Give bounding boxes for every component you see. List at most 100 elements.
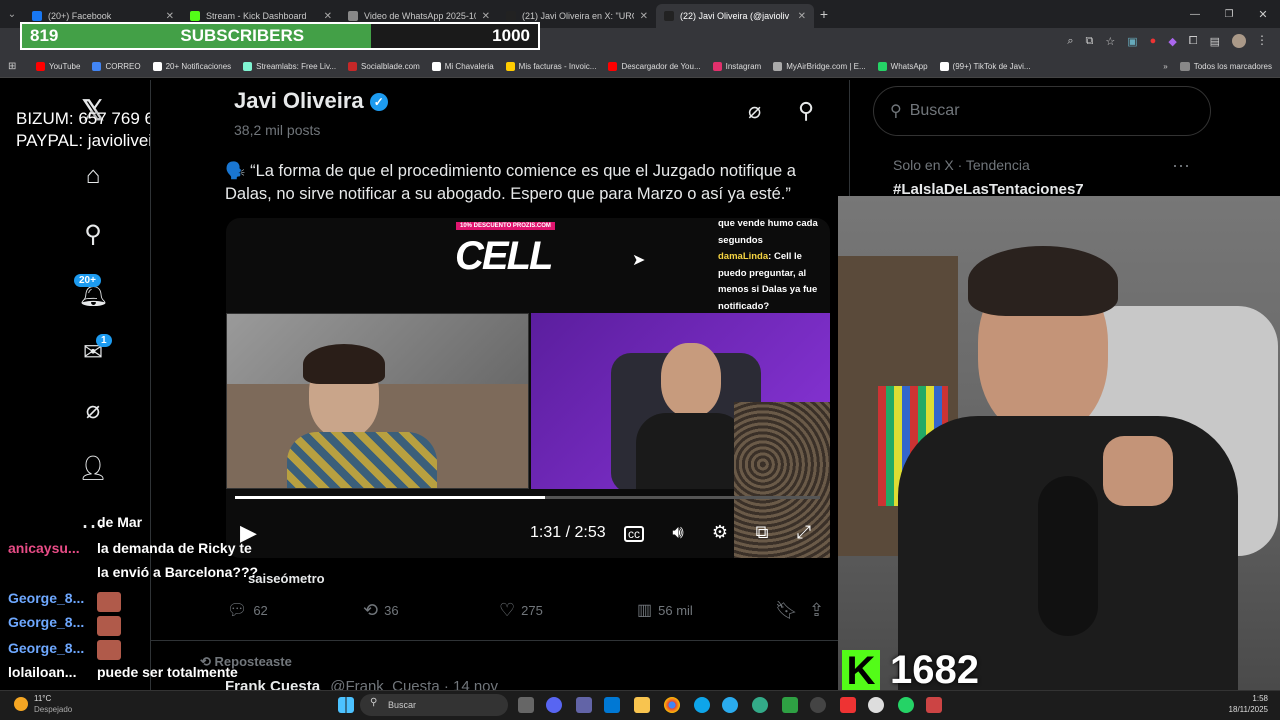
bookmark-favicon-icon	[877, 62, 887, 71]
browser-tab[interactable]: (22) Javi Oliveira (@javioliv ✕	[656, 4, 814, 28]
clock-date: 18/11/2025	[1228, 705, 1268, 714]
weather-icon	[14, 697, 28, 711]
extension-icon[interactable]: ▣	[1127, 35, 1137, 48]
bookmark-item[interactable]: YouTube	[36, 62, 80, 71]
discord-icon[interactable]	[546, 697, 562, 713]
clock-time: 1:58	[1252, 694, 1268, 703]
bookmarks-folder[interactable]: Todos los marcadores	[1179, 62, 1272, 71]
profile-icon[interactable]: 👤︎	[78, 454, 108, 484]
avatar[interactable]	[1232, 34, 1246, 48]
camtasia-icon[interactable]	[782, 697, 798, 713]
more-bookmarks-icon[interactable]: »	[1163, 62, 1167, 71]
task-view-icon[interactable]	[518, 697, 534, 713]
extension-icon[interactable]: ◆	[1168, 35, 1176, 48]
bookmark-item[interactable]: Mi Chavaleria	[431, 62, 494, 71]
trend-more-icon[interactable]: ⋯	[1172, 156, 1190, 177]
extension-icon[interactable]: ●	[1150, 35, 1157, 48]
profile-name: Javi Oliveira ✓	[234, 88, 388, 114]
bookmark-item[interactable]: WhatsApp	[877, 62, 928, 71]
cell-logo: CELL	[455, 234, 553, 278]
grok-header-icon[interactable]: ⌀	[748, 98, 761, 124]
weather-desc: Despejado	[34, 705, 73, 714]
app-icon[interactable]	[868, 697, 884, 713]
fullscreen-icon[interactable]: ⤢	[792, 522, 816, 546]
bookmark-favicon-icon	[608, 62, 618, 71]
verified-badge-icon: ✓	[369, 93, 388, 111]
bookmark-star-icon[interactable]: ☆	[1105, 35, 1115, 48]
views-chart-icon: ▥	[637, 602, 653, 619]
bookmark-item[interactable]: MyAirBridge.com | E...	[773, 62, 866, 71]
browser-menu-icon[interactable]: ⋮	[1256, 33, 1268, 47]
sidebar-icon[interactable]: ▤	[1210, 35, 1220, 48]
chat-emote-icon	[97, 616, 121, 636]
bookmark-item[interactable]: 20+ Notificaciones	[152, 62, 231, 71]
tab-favicon-icon	[190, 11, 200, 21]
obs-icon[interactable]	[810, 697, 826, 713]
whatsapp-icon[interactable]	[898, 697, 914, 713]
app-icon[interactable]	[840, 697, 856, 713]
bookmark-button[interactable]: 🔖︎	[775, 600, 798, 621]
tab-close-icon[interactable]: ✕	[324, 11, 332, 22]
snipping-tool-icon[interactable]	[926, 697, 942, 713]
bookmark-favicon-icon	[152, 62, 162, 71]
bookmark-item[interactable]: Mis facturas - Invoic...	[505, 62, 596, 71]
search-header-icon[interactable]: ⚲	[798, 98, 814, 124]
teams-icon[interactable]	[576, 697, 592, 713]
subscriber-label: SUBSCRIBERS	[180, 26, 305, 45]
bookmark-item[interactable]: Socialblade.com	[348, 62, 420, 71]
extensions-puzzle-icon[interactable]: ⧠	[1189, 35, 1198, 48]
new-tab-button[interactable]: +	[814, 6, 834, 22]
pip-icon[interactable]: ⧉	[750, 522, 774, 546]
window-close-button[interactable]: ✕	[1246, 8, 1280, 21]
notifications-badge: 20+	[74, 274, 101, 287]
chat-username: lolailoan...	[8, 664, 77, 680]
apps-grid-icon[interactable]: ⊞	[8, 61, 16, 72]
grok-icon[interactable]: ⌀	[78, 396, 108, 426]
tab-list-button[interactable]: ⌄	[0, 9, 24, 20]
bookmark-item[interactable]: (99+) TikTok de Javi...	[939, 62, 1031, 71]
edge-icon[interactable]	[694, 697, 710, 713]
video-progress-bar[interactable]	[235, 496, 820, 499]
folder-icon	[1179, 62, 1190, 71]
cast-icon[interactable]: ⧉	[1086, 35, 1094, 48]
minimize-button[interactable]: —	[1178, 9, 1212, 20]
search-input[interactable]: ⚲ Buscar	[873, 86, 1211, 136]
volume-icon[interactable]: 🔊︎	[666, 522, 690, 546]
tweet-text: 🗣️ “La forma de que el procedimiento com…	[225, 162, 796, 203]
tab-close-icon[interactable]: ✕	[166, 11, 174, 22]
bookmark-item[interactable]: Instagram	[712, 62, 761, 71]
tweet-actions: 💬︎ 62 ⟲ 36 ♡ 275 ▥ 56 mil 🔖︎ ⇪	[225, 600, 835, 630]
captions-icon[interactable]: cc	[624, 526, 644, 542]
tab-close-icon[interactable]: ✕	[482, 11, 490, 22]
zoom-icon[interactable]: ⌕	[1067, 35, 1073, 48]
search-icon[interactable]: ⚲	[78, 220, 108, 250]
taskbar-search[interactable]: Buscar	[360, 694, 508, 716]
chrome-icon[interactable]	[664, 697, 680, 713]
kick-follower-counter: K 1682	[842, 648, 979, 693]
video-chat-line: damaLinda: Cell le puedo preguntar, al m…	[718, 251, 818, 312]
tab-favicon-icon	[348, 11, 358, 21]
like-button[interactable]: ♡ 275	[499, 600, 543, 621]
post-count: 38,2 mil posts	[234, 122, 321, 138]
repost-button[interactable]: ⟲ 36	[363, 600, 399, 621]
telegram-icon[interactable]	[722, 697, 738, 713]
views-button[interactable]: ▥ 56 mil	[637, 600, 693, 620]
restore-button[interactable]: ❐	[1212, 9, 1246, 20]
share-button[interactable]: ⇪	[809, 600, 824, 621]
bookmark-item[interactable]: CORREO	[92, 62, 141, 71]
streamer-webcam	[838, 196, 1280, 690]
tab-close-icon[interactable]: ✕	[640, 11, 648, 22]
tab-close-icon[interactable]: ✕	[798, 11, 806, 22]
subscriber-goal: 1000	[492, 26, 530, 45]
windows-start-icon[interactable]	[338, 697, 354, 713]
bookmark-item[interactable]: Descargador de You...	[608, 62, 701, 71]
kick-count: 1682	[890, 648, 979, 692]
bookmarks-bar: ⊞ YouTube CORREO 20+ Notificaciones Streaml…	[0, 56, 1280, 78]
bookmark-favicon-icon	[92, 62, 102, 71]
home-icon[interactable]: ⌂	[78, 162, 108, 192]
file-explorer-icon[interactable]	[634, 697, 650, 713]
bookmark-item[interactable]: Streamlabs: Free Liv...	[243, 62, 336, 71]
settings-gear-icon[interactable]: ⚙	[708, 522, 732, 546]
globe-icon[interactable]	[752, 697, 768, 713]
outlook-icon[interactable]	[604, 697, 620, 713]
